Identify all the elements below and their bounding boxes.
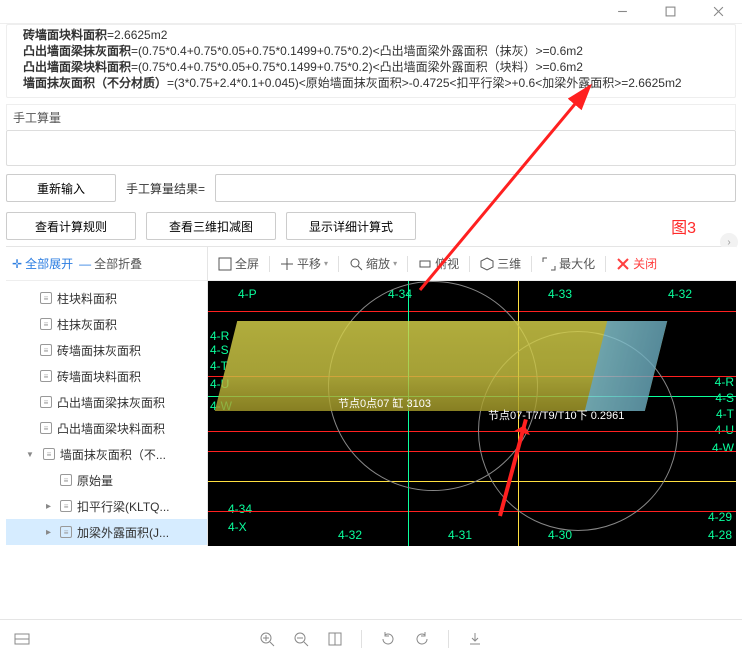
zoom-in-icon[interactable] xyxy=(259,631,275,647)
tree-item-deduct-beam[interactable]: ≡扣平行梁(KLTQ... xyxy=(6,493,207,519)
grid-row-label: 4-T xyxy=(716,407,734,421)
view-deduct-button[interactable]: 查看三维扣减图 xyxy=(146,212,276,240)
manual-input[interactable] xyxy=(6,130,736,166)
formula3-value: =(0.75*0.4+0.75*0.05+0.75*0.1499+0.75*0.… xyxy=(131,60,583,74)
maximize-tool[interactable]: 最大化 xyxy=(538,255,599,272)
manual-result-box[interactable] xyxy=(215,174,736,202)
grid-col-label: 4-32 xyxy=(338,528,362,542)
close-button[interactable] xyxy=(698,1,738,23)
download-icon[interactable] xyxy=(467,631,483,647)
view-rule-button[interactable]: 查看计算规则 xyxy=(6,212,136,240)
rule-row: 查看计算规则 查看三维扣减图 显示详细计算式 图3 xyxy=(6,212,736,240)
formula4-label: 墙面抹灰面积（不分材质） xyxy=(23,76,167,90)
tree-item-col-plaster[interactable]: ≡柱抹灰面积 xyxy=(6,311,207,337)
viewer-panel: › 全屏 平移▾ 缩放▾ 俯视 三维 最大化 关闭 4-P 4-34 4-33 … xyxy=(208,247,736,546)
collapse-all[interactable]: —全部折叠 xyxy=(79,255,142,272)
3d-tool[interactable]: 三维 xyxy=(476,255,525,272)
fullscreen-tool[interactable]: 全屏 xyxy=(214,255,263,272)
titlebar xyxy=(0,0,742,24)
manual-buttons-row: 重新输入 手工算量结果= xyxy=(6,174,736,202)
grid-col-label: 4-31 xyxy=(448,528,472,542)
layout-icon[interactable] xyxy=(14,631,30,647)
tree-item-wall-block[interactable]: ≡砖墙面块料面积 xyxy=(6,363,207,389)
tree-item-protrude-plaster[interactable]: ≡凸出墙面梁抹灰面积 xyxy=(6,389,207,415)
pan-tool[interactable]: 平移▾ xyxy=(276,255,332,272)
viewer-toolbar: 全屏 平移▾ 缩放▾ 俯视 三维 最大化 关闭 xyxy=(208,247,736,281)
grid-row-label: 4-S xyxy=(210,343,229,357)
tree-item-wall-all[interactable]: ≡墙面抹灰面积（不... xyxy=(6,441,207,467)
reinput-button[interactable]: 重新输入 xyxy=(6,174,116,202)
zoom-tool[interactable]: 缩放▾ xyxy=(345,255,401,272)
grid-row-label: 4-W xyxy=(712,441,734,455)
grid-col-label: 4-P xyxy=(238,287,257,301)
grid-row-label: 4-U xyxy=(715,423,734,437)
view-detail-button[interactable]: 显示详细计算式 xyxy=(286,212,416,240)
node-label: 节点0点07 缸 3103 xyxy=(338,395,431,411)
close-viewer-tool[interactable]: 关闭 xyxy=(612,255,661,272)
tree-item-col-block[interactable]: ≡柱块料面积 xyxy=(6,285,207,311)
formula1-value: =2.6625m2 xyxy=(107,28,167,42)
grid-col-label: 4-34 xyxy=(228,502,252,516)
redo-icon[interactable] xyxy=(380,631,396,647)
grid-row-label: 4-R xyxy=(210,329,229,343)
manual-label: 手工算量 xyxy=(6,104,736,130)
grid-col-label: 4-29 xyxy=(708,510,732,524)
grid-row-label: 4-R xyxy=(715,375,734,389)
bottom-bar xyxy=(0,619,742,657)
tree-body: ≡柱块料面积 ≡柱抹灰面积 ≡砖墙面抹灰面积 ≡砖墙面块料面积 ≡凸出墙面梁抹灰… xyxy=(6,281,207,546)
tree-item-original[interactable]: ≡原始量 xyxy=(6,467,207,493)
maximize-button[interactable] xyxy=(650,1,690,23)
formula-panel: 砖墙面块料面积=2.6625m2 凸出墙面梁抹灰面积=(0.75*0.4+0.7… xyxy=(6,24,736,98)
grid-col-label: 4-32 xyxy=(668,287,692,301)
topview-tool[interactable]: 俯视 xyxy=(414,255,463,272)
zoom-out-icon[interactable] xyxy=(293,631,309,647)
tree-item-add-exposed[interactable]: ≡加梁外露面积(J... xyxy=(6,519,207,545)
grid-col-label: 4-33 xyxy=(548,287,572,301)
minimize-button[interactable] xyxy=(602,1,642,23)
manual-result-label: 手工算量结果= xyxy=(126,180,205,197)
figure-label: 图3 xyxy=(671,214,696,238)
grid-row-label: 4-S xyxy=(715,391,734,405)
formula4-value: =(3*0.75+2.4*0.1+0.045)<原始墙面抹灰面积>-0.4725… xyxy=(167,76,682,90)
node-label: 节点07-T7/T9/T10下 0.2961 xyxy=(488,407,624,423)
fit-icon[interactable] xyxy=(327,631,343,647)
undo-icon[interactable] xyxy=(414,631,430,647)
formula3-label: 凸出墙面梁块料面积 xyxy=(23,60,131,74)
formula2-label: 凸出墙面梁抹灰面积 xyxy=(23,44,131,58)
formula1-label: 砖墙面块料面积 xyxy=(23,28,107,42)
beam-3d xyxy=(215,321,667,411)
viewport-3d[interactable]: 4-P 4-34 4-33 4-32 4-R 4-S 4-T 4-U 4-W 4… xyxy=(208,281,736,546)
tree-panel: ✛全部展开 —全部折叠 ≡柱块料面积 ≡柱抹灰面积 ≡砖墙面抹灰面积 ≡砖墙面块… xyxy=(6,247,208,546)
grid-col-label: 4-X xyxy=(228,520,247,534)
grid-col-label: 4-28 xyxy=(708,528,732,542)
tree-toolbar: ✛全部展开 —全部折叠 xyxy=(6,247,207,281)
split-area: ✛全部展开 —全部折叠 ≡柱块料面积 ≡柱抹灰面积 ≡砖墙面抹灰面积 ≡砖墙面块… xyxy=(6,246,736,546)
formula2-value: =(0.75*0.4+0.75*0.05+0.75*0.1499+0.75*0.… xyxy=(131,44,583,58)
tree-item-wall-plaster[interactable]: ≡砖墙面抹灰面积 xyxy=(6,337,207,363)
tree-item-protrude-block[interactable]: ≡凸出墙面梁块料面积 xyxy=(6,415,207,441)
manual-section: 手工算量 xyxy=(6,104,736,166)
expand-all[interactable]: ✛全部展开 xyxy=(12,255,73,272)
